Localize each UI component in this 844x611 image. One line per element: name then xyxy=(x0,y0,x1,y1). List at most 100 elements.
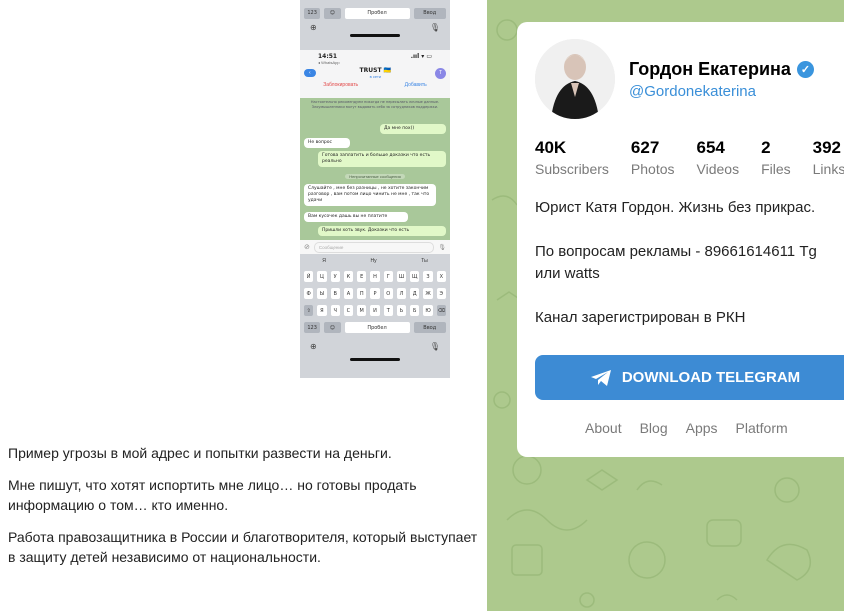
chat-screenshot: 123 ☺ Пробел Ввод ⊕ 🎙 14:51 .ııl ▾ ▭ ◂ W… xyxy=(300,0,450,378)
key: Л xyxy=(396,288,407,299)
description-line: Юрист Катя Гордон. Жизнь без прикрас. xyxy=(535,199,816,216)
channel-name: Гордон Екатерина ✓ xyxy=(629,59,814,80)
message-in: Вам кусочек дашь вы не платите xyxy=(304,212,408,222)
key-space: Пробел xyxy=(344,7,410,19)
key: Б xyxy=(410,305,420,316)
footer-links: About Blog Apps Platform xyxy=(585,420,788,436)
emoji-key-icon: ☺ xyxy=(324,322,341,333)
key: Р xyxy=(370,288,380,299)
attach-icon: ⊘ xyxy=(304,244,310,251)
key: В xyxy=(330,288,340,299)
message-in: Слушайте , мне без разницы , не хотите з… xyxy=(304,184,436,206)
message-out: Пришли хоть звук. Доказки что есть xyxy=(318,226,446,236)
home-indicator xyxy=(350,358,400,361)
message-composer: ⊘ Сообщение 🎙 xyxy=(300,240,450,254)
stat-subscribers: 40K Subscribers xyxy=(535,138,609,177)
download-telegram-button[interactable]: DOWNLOAD TELEGRAM xyxy=(535,355,844,400)
key: Х xyxy=(436,271,446,282)
stat-photos: 627 Photos xyxy=(630,138,675,177)
backspace-key-icon: ⌫ xyxy=(436,305,446,316)
article-paragraph: Работа правозащитника в России и благотв… xyxy=(8,529,478,565)
key-enter: Ввод xyxy=(413,322,446,333)
message-out: Готова заплатить и больше доказки что ес… xyxy=(318,151,446,167)
key: Щ xyxy=(410,271,420,282)
keyboard-row-2: Ф Ы В А П Р О Л Д Ж Э xyxy=(300,285,450,302)
footer-link-platform[interactable]: Platform xyxy=(736,420,788,436)
mic-icon: 🎙 xyxy=(429,22,440,32)
message-in: Не вопрос xyxy=(304,138,350,148)
key: Ж xyxy=(423,288,433,299)
footer-link-blog[interactable]: Blog xyxy=(640,420,668,436)
key: С xyxy=(343,305,354,316)
key-123: 123 xyxy=(304,322,321,333)
stat-files: 2 Files xyxy=(761,138,791,177)
verified-icon: ✓ xyxy=(796,61,814,78)
channel-handle[interactable]: @Gordonekaterina xyxy=(629,83,756,100)
key: У xyxy=(330,271,340,282)
article-text: Пример угрозы в мой адрес и попытки разв… xyxy=(8,443,478,579)
channel-stats: 40K Subscribers 627 Photos 654 Videos 2 … xyxy=(535,138,844,180)
chat-messages: Настоятельно рекомендуем никогда не пере… xyxy=(300,98,450,240)
key: Ы xyxy=(317,288,327,299)
key: П xyxy=(357,288,367,299)
key: Ь xyxy=(396,305,407,316)
status-time: 14:51 xyxy=(318,53,338,60)
key: Э xyxy=(436,288,446,299)
key: Г xyxy=(383,271,393,282)
message-input: Сообщение xyxy=(313,241,435,253)
message-out: Да мне пох)) xyxy=(380,124,446,134)
key: Н xyxy=(370,271,380,282)
key: Е xyxy=(357,271,367,282)
keyboard: Я Ну Ты Й Ц У К Е Н Г Ш Щ З Х Ф Ы В А П … xyxy=(300,254,450,378)
key: Ц xyxy=(317,271,327,282)
keyboard-row-4: 123 ☺ Пробел Ввод xyxy=(300,319,450,336)
key: З xyxy=(423,271,433,282)
mic-icon: 🎙 xyxy=(429,341,440,351)
channel-description: Юрист Катя Гордон. Жизнь без прикрас. По… xyxy=(535,197,844,351)
stat-links: 392 Links xyxy=(812,138,844,177)
footer-link-about[interactable]: About xyxy=(585,420,622,436)
key: И xyxy=(370,305,380,316)
key: Я xyxy=(317,305,327,316)
back-button: ‹ xyxy=(304,69,316,77)
globe-icon: ⊕ xyxy=(310,22,317,32)
telegram-channel-card: Гордон Екатерина ✓ @Gordonekaterina 40K … xyxy=(517,22,844,457)
key: Ш xyxy=(396,271,407,282)
chat-title: TRUST 🇺🇦 xyxy=(359,67,392,74)
key: К xyxy=(343,271,354,282)
telegram-plane-icon xyxy=(590,369,611,386)
shift-key-icon: ⇧ xyxy=(304,305,314,316)
key: Т xyxy=(383,305,393,316)
key: Ф xyxy=(304,288,314,299)
key: А xyxy=(343,288,354,299)
description-line: Канал зарегистрирован в РКН xyxy=(535,309,746,326)
chat-avatar: T xyxy=(434,67,446,79)
chat-notice: Настоятельно рекомендуем никогда не пере… xyxy=(310,100,440,109)
key: Ч xyxy=(330,305,340,316)
mic-icon: 🎙 xyxy=(438,244,446,251)
globe-icon: ⊕ xyxy=(310,341,317,351)
keyboard-top-partial: 123 ☺ Пробел Ввод ⊕ 🎙 xyxy=(300,0,450,50)
chat-subtitle: в сети xyxy=(369,74,382,79)
key: Д xyxy=(410,288,420,299)
description-line: По вопросам рекламы - 89661614611 Tg или… xyxy=(535,243,817,282)
suggestions: Я Ну Ты xyxy=(322,258,428,264)
key: Й xyxy=(304,271,314,282)
key: Ю xyxy=(423,305,433,316)
key-123: 123 xyxy=(304,7,321,19)
chat-header: 14:51 .ııl ▾ ▭ ◂ WhatsApp ‹ TRUST 🇺🇦 в с… xyxy=(300,50,450,98)
keyboard-row-3: ⇧ Я Ч С М И Т Ь Б Ю ⌫ xyxy=(300,302,450,319)
key: М xyxy=(357,305,367,316)
emoji-key-icon: ☺ xyxy=(324,7,341,19)
key-space: Пробел xyxy=(344,322,410,333)
status-icons: .ııl ▾ ▭ xyxy=(410,53,432,60)
block-action: Заблокировать xyxy=(323,82,359,88)
stat-videos: 654 Videos xyxy=(696,138,740,177)
footer-link-apps[interactable]: Apps xyxy=(686,420,718,436)
channel-avatar[interactable] xyxy=(535,39,615,119)
keyboard-row-1: Й Ц У К Е Н Г Ш Щ З Х xyxy=(300,268,450,285)
article-paragraph: Мне пишут, что хотят испортить мне лицо…… xyxy=(8,477,417,513)
key: О xyxy=(383,288,393,299)
add-action: Добавить xyxy=(404,82,427,88)
article-paragraph: Пример угрозы в мой адрес и попытки разв… xyxy=(8,445,392,461)
